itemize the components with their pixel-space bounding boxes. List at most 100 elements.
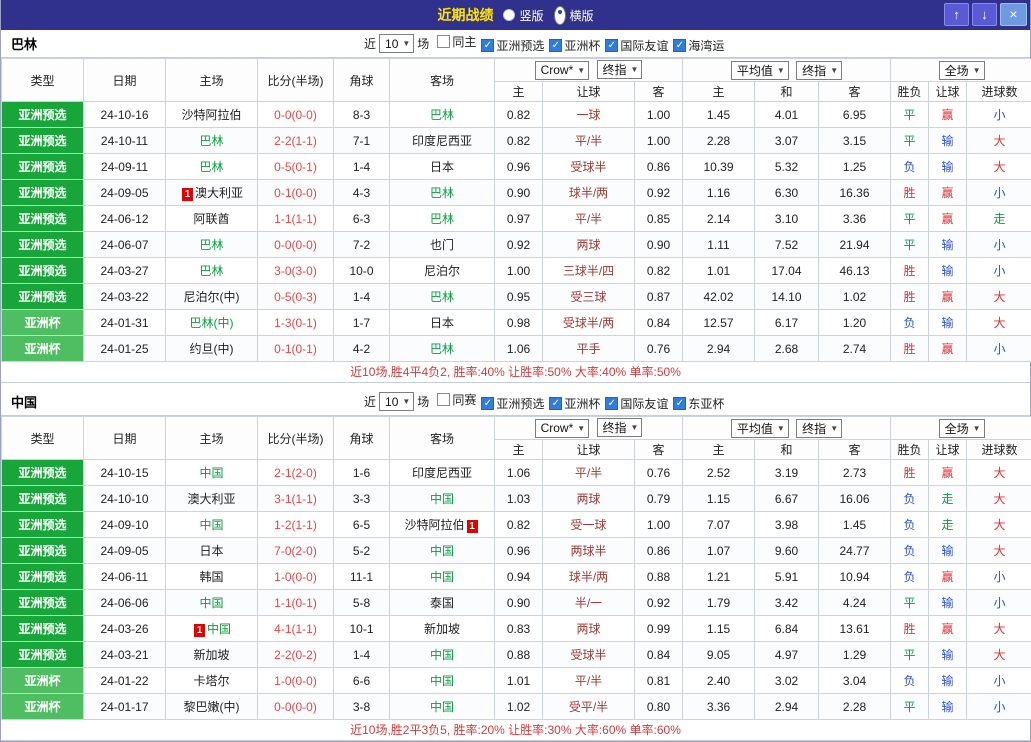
avg-draw-cell: 6.17 [755, 310, 819, 336]
col-avg-draw: 和 [755, 82, 819, 102]
final-odds-select-1[interactable]: 终指▼ [597, 418, 643, 437]
team-name-link[interactable]: 约旦(中) [190, 342, 234, 356]
type-cell: 亚洲预选 [2, 512, 84, 538]
corners-cell: 1-7 [334, 310, 390, 336]
team-name-link[interactable]: 印度尼西亚 [412, 134, 472, 148]
team-name-link[interactable]: 澳大利亚 [187, 492, 235, 506]
chevron-down-icon: ▼ [830, 66, 838, 75]
team-name-link[interactable]: 新加坡 [424, 622, 460, 636]
layout-radio-horizontal[interactable]: 横版 [554, 6, 594, 25]
filter-checkbox[interactable]: 同赛 [437, 391, 476, 408]
team-name-link[interactable]: 也门 [430, 238, 454, 252]
home-odds-cell: 0.94 [495, 564, 543, 590]
away-team-cell: 巴林 [390, 284, 495, 310]
final-odds-select-2[interactable]: 终指▼ [796, 61, 842, 80]
team-name-link[interactable]: 巴林 [199, 264, 223, 278]
checkbox-icon: ✓ [549, 397, 562, 410]
result-cell: 胜 [891, 258, 929, 284]
team-name-link[interactable]: 中国 [207, 622, 231, 636]
score-cell: 3-0(3-0) [258, 258, 334, 284]
team-name-link[interactable]: 巴林 [199, 160, 223, 174]
home-odds-cell: 0.90 [495, 590, 543, 616]
avg-draw-cell: 3.02 [755, 668, 819, 694]
team-name-link[interactable]: 中国 [430, 492, 454, 506]
home-team-cell: 中国 [166, 460, 258, 486]
average-select[interactable]: 平均值▼ [731, 419, 789, 438]
team-name-link[interactable]: 尼泊尔 [424, 264, 460, 278]
team-name-link[interactable]: 巴林 [430, 290, 454, 304]
team-name-link[interactable]: 泰国 [430, 596, 454, 610]
team-name-link[interactable]: 中国 [430, 700, 454, 714]
filter-checkbox[interactable]: ✓亚洲杯 [549, 395, 600, 412]
team-name-link[interactable]: 巴林(中) [190, 316, 234, 330]
team-name-link[interactable]: 巴林 [199, 238, 223, 252]
recent-count-select[interactable]: 10 ▼ [379, 392, 414, 411]
col-odds-handicap: 让球 [543, 440, 635, 460]
team-name-link[interactable]: 印度尼西亚 [412, 466, 472, 480]
team-name-link[interactable]: 新加坡 [193, 648, 229, 662]
home-odds-cell: 0.83 [495, 616, 543, 642]
team-name-link[interactable]: 日本 [199, 544, 223, 558]
match-row: 亚洲预选24-09-11巴林0-5(0-1)1-4日本0.96受球半0.8610… [2, 154, 1031, 180]
bookmaker-select[interactable]: Crow*▼ [535, 419, 590, 438]
team-name-link[interactable]: 日本 [430, 160, 454, 174]
chevron-down-icon: ▼ [577, 66, 585, 75]
team-name-link[interactable]: 阿联酋 [193, 212, 229, 226]
summary-line: 近10场,胜2平3负5, 胜率:20% 让胜率:30% 大率:60% 单率:60… [1, 720, 1030, 741]
filter-checkbox[interactable]: ✓东亚杯 [673, 395, 724, 412]
team-name-link[interactable]: 黎巴嫩(中) [184, 700, 240, 714]
final-odds-select-2[interactable]: 终指▼ [796, 419, 842, 438]
avg-home-cell: 9.05 [683, 642, 755, 668]
final-odds-select-1[interactable]: 终指▼ [597, 60, 643, 79]
scroll-up-button[interactable]: ↑ [944, 3, 969, 26]
team-name-link[interactable]: 中国 [430, 648, 454, 662]
home-odds-cell: 1.02 [495, 694, 543, 720]
checkbox-icon: ✓ [605, 39, 618, 52]
filter-checkbox[interactable]: ✓国际友谊 [605, 395, 668, 412]
home-team-cell: 新加坡 [166, 642, 258, 668]
filter-checkbox[interactable]: ✓国际友谊 [605, 37, 668, 54]
scroll-down-button[interactable]: ↓ [972, 3, 997, 26]
filter-checkbox[interactable]: 同主 [437, 33, 476, 50]
team-name-link[interactable]: 中国 [199, 466, 223, 480]
team-name-link[interactable]: 澳大利亚 [195, 186, 243, 200]
team-name-link[interactable]: 沙特阿拉伯 [181, 108, 241, 122]
home-odds-cell: 0.82 [495, 128, 543, 154]
team-name-link[interactable]: 巴林 [430, 342, 454, 356]
average-dropdown-group: 平均值▼ 终指▼ [683, 59, 891, 82]
filter-checkbox[interactable]: ✓亚洲杯 [549, 37, 600, 54]
team-name-link[interactable]: 尼泊尔(中) [184, 290, 240, 304]
team-name-link[interactable]: 巴林 [430, 186, 454, 200]
average-select[interactable]: 平均值▼ [731, 61, 789, 80]
filter-checkbox[interactable]: ✓海湾运 [673, 37, 724, 54]
team-name-link[interactable]: 中国 [199, 596, 223, 610]
team-name-link[interactable]: 巴林 [430, 108, 454, 122]
team-name-link[interactable]: 巴林 [430, 212, 454, 226]
team-name-link[interactable]: 卡塔尔 [193, 674, 229, 688]
team-name-link[interactable]: 沙特阿拉伯 [404, 518, 464, 532]
team-name-link[interactable]: 巴林 [199, 134, 223, 148]
handicap-result-cell: 走 [929, 512, 967, 538]
team-name-link[interactable]: 中国 [430, 674, 454, 688]
recent-count-select[interactable]: 10 ▼ [379, 34, 414, 53]
filter-checkbox[interactable]: ✓亚洲预选 [481, 395, 544, 412]
avg-draw-cell: 2.94 [755, 694, 819, 720]
handicap-cell: 两球半 [543, 538, 635, 564]
handicap-result-cell: 赢 [929, 616, 967, 642]
team-name-link[interactable]: 韩国 [199, 570, 223, 584]
score-cell: 2-1(2-0) [258, 460, 334, 486]
avg-home-cell: 12.57 [683, 310, 755, 336]
goals-result-cell: 大 [967, 284, 1031, 310]
team-name-link[interactable]: 日本 [430, 316, 454, 330]
layout-radio-vertical[interactable]: 竖版 [503, 7, 543, 24]
bookmaker-select[interactable]: Crow*▼ [535, 61, 590, 80]
close-button[interactable]: × [1000, 3, 1027, 26]
filter-checkbox[interactable]: ✓亚洲预选 [481, 37, 544, 54]
team-name-link[interactable]: 中国 [199, 518, 223, 532]
match-row: 亚洲杯24-01-25约旦(中)0-1(0-1)4-2巴林1.06平手0.762… [2, 336, 1031, 362]
team-name-link[interactable]: 中国 [430, 544, 454, 558]
avg-home-cell: 1.07 [683, 538, 755, 564]
scope-select[interactable]: 全场▼ [939, 61, 985, 80]
scope-select[interactable]: 全场▼ [939, 419, 985, 438]
team-name-link[interactable]: 中国 [430, 570, 454, 584]
